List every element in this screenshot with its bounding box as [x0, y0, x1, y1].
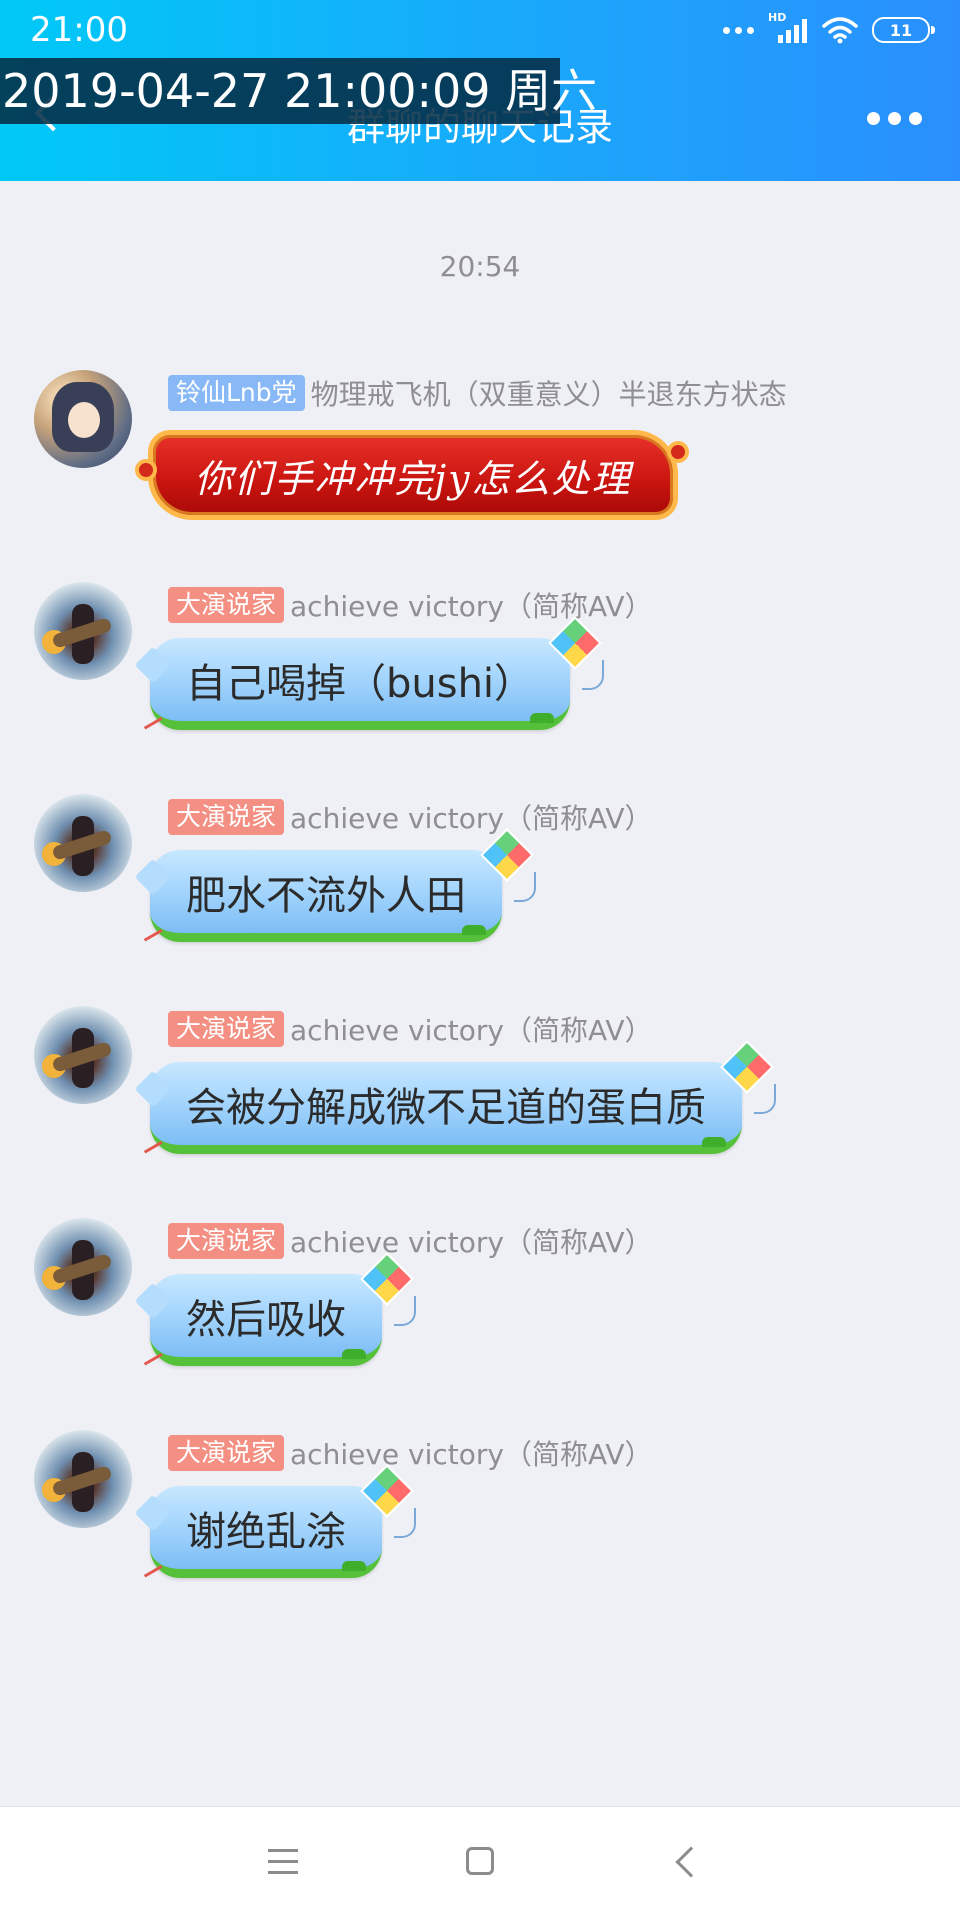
message-meta: 大演说家 achieve victory（简称AV） [168, 1434, 652, 1472]
message-meta: 铃仙Lnb党 物理戒飞机（双重意义）半退东方状态 [168, 374, 787, 412]
message-text: 肥水不流外人田 [186, 872, 466, 919]
message-meta: 大演说家 achieve victory（简称AV） [168, 798, 652, 836]
message-text: 会被分解成微不足道的蛋白质 [186, 1084, 706, 1131]
member-title-badge: 铃仙Lnb党 [168, 375, 305, 411]
message-text: 然后吸收 [186, 1296, 346, 1343]
member-title-badge: 大演说家 [168, 1435, 285, 1471]
sender-nickname: achieve victory（简称AV） [290, 590, 653, 623]
member-title-badge: 大演说家 [168, 799, 285, 835]
avatar[interactable] [34, 794, 132, 892]
message-bubble[interactable]: 会被分解成微不足道的蛋白质 [143, 1040, 776, 1164]
message-text: 你们手冲冲完jy怎么处理 [194, 456, 632, 501]
avatar[interactable] [34, 582, 132, 680]
message-meta: 大演说家 achieve victory（简称AV） [168, 586, 652, 624]
message-text: 自己喝掉（bushi） [186, 660, 535, 707]
status-icons: HD 11 [723, 11, 935, 46]
message-bubble[interactable]: 谢绝乱涂 [143, 1464, 416, 1588]
member-title-badge: 大演说家 [168, 1223, 285, 1259]
battery-icon: 11 [872, 17, 935, 43]
more-dots-icon [723, 26, 754, 34]
avatar[interactable] [34, 1218, 132, 1316]
wifi-icon [822, 17, 858, 44]
sender-nickname: achieve victory（简称AV） [290, 1438, 653, 1471]
sender-nickname: achieve victory（简称AV） [290, 1014, 653, 1047]
avatar[interactable] [34, 370, 132, 468]
back-icon[interactable] [675, 1846, 707, 1878]
status-time: 21:00 [30, 10, 128, 50]
sender-nickname: achieve victory（简称AV） [290, 802, 653, 835]
message-meta: 大演说家 achieve victory（简称AV） [168, 1222, 652, 1260]
message-meta: 大演说家 achieve victory（简称AV） [168, 1010, 652, 1048]
member-title-badge: 大演说家 [168, 587, 285, 623]
message-bubble[interactable]: 然后吸收 [143, 1252, 416, 1376]
sender-nickname: 物理戒飞机（双重意义）半退东方状态 [310, 378, 787, 411]
signal-icon: HD [768, 11, 808, 45]
home-icon[interactable] [466, 1847, 494, 1875]
more-horizontal-icon[interactable] [867, 112, 922, 125]
message-bubble[interactable]: 你们手冲冲完jy怎么处理 [135, 430, 689, 520]
time-divider: 20:54 [439, 250, 521, 283]
member-title-badge: 大演说家 [168, 1011, 285, 1047]
message-bubble[interactable]: 肥水不流外人田 [143, 828, 536, 952]
system-navbar [0, 1806, 960, 1920]
menu-icon[interactable] [268, 1849, 298, 1882]
sender-nickname: achieve victory（简称AV） [290, 1226, 653, 1259]
message-bubble[interactable]: 自己喝掉（bushi） [143, 616, 605, 740]
timestamp-overlay: 2019-04-27 21:00:09 周六 [0, 58, 597, 124]
header: 21:00 HD 11 群聊的聊天记录 2019-04-27 21:00:09 … [0, 0, 960, 181]
message-text: 谢绝乱涂 [186, 1508, 346, 1555]
battery-level: 11 [889, 20, 913, 40]
avatar[interactable] [34, 1006, 132, 1104]
avatar[interactable] [34, 1430, 132, 1528]
